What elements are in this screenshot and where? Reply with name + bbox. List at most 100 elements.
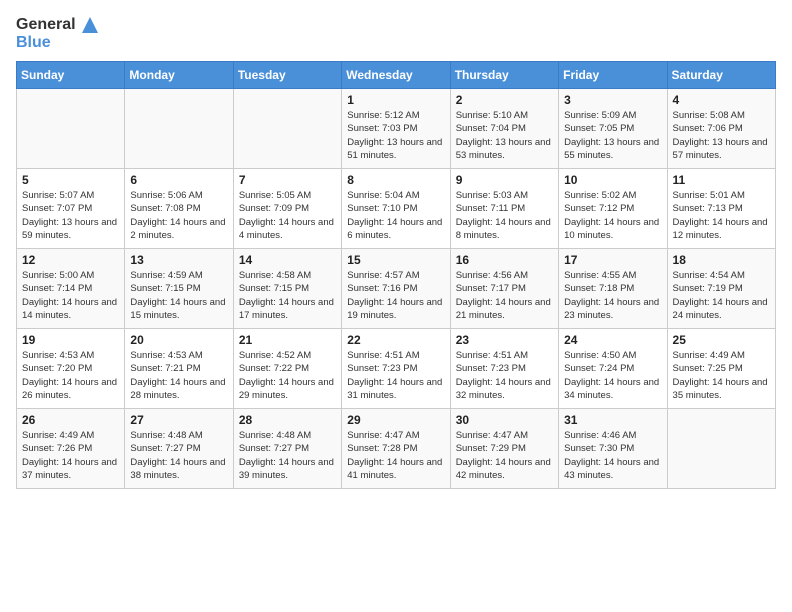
day-info: Sunrise: 5:05 AM Sunset: 7:09 PM Dayligh…: [239, 189, 336, 242]
page-header: General Blue: [16, 16, 776, 51]
col-header-wednesday: Wednesday: [342, 62, 450, 89]
calendar-cell: 27 Sunrise: 4:48 AM Sunset: 7:27 PM Dayli…: [125, 409, 233, 489]
calendar-week-row: 1 Sunrise: 5:12 AM Sunset: 7:03 PM Daylig…: [17, 89, 776, 169]
day-info: Sunrise: 4:51 AM Sunset: 7:23 PM Dayligh…: [347, 349, 444, 402]
calendar-cell: 2Sunrise: 5:10 AM Sunset: 7:04 PM Daylig…: [450, 89, 558, 169]
day-info: Sunrise: 4:55 AM Sunset: 7:18 PM Dayligh…: [564, 269, 661, 322]
day-info: Sunrise: 5:08 AM Sunset: 7:06 PM Dayligh…: [673, 109, 770, 162]
calendar-cell: 31 Sunrise: 4:46 AM Sunset: 7:30 PM Dayli…: [559, 409, 667, 489]
calendar-week-row: 5 Sunrise: 5:07 AM Sunset: 7:07 PM Daylig…: [17, 169, 776, 249]
day-number: 3: [564, 93, 661, 107]
day-number: 26: [22, 413, 119, 427]
calendar-cell: 20 Sunrise: 4:53 AM Sunset: 7:21 PM Dayli…: [125, 329, 233, 409]
day-number: 12: [22, 253, 119, 267]
day-info: Sunrise: 4:58 AM Sunset: 7:15 PM Dayligh…: [239, 269, 336, 322]
day-number: 7: [239, 173, 336, 187]
day-info: Sunrise: 5:07 AM Sunset: 7:07 PM Dayligh…: [22, 189, 119, 242]
calendar-cell: 12Sunrise: 5:00 AM Sunset: 7:14 PM Dayli…: [17, 249, 125, 329]
calendar-cell: 6 Sunrise: 5:06 AM Sunset: 7:08 PM Daylig…: [125, 169, 233, 249]
calendar-cell: 4 Sunrise: 5:08 AM Sunset: 7:06 PM Daylig…: [667, 89, 775, 169]
calendar-cell: 7 Sunrise: 5:05 AM Sunset: 7:09 PM Daylig…: [233, 169, 341, 249]
day-info: Sunrise: 4:53 AM Sunset: 7:20 PM Dayligh…: [22, 349, 119, 402]
calendar-cell: [667, 409, 775, 489]
col-header-monday: Monday: [125, 62, 233, 89]
calendar-cell: 21Sunrise: 4:52 AM Sunset: 7:22 PM Dayli…: [233, 329, 341, 409]
calendar-cell: 1 Sunrise: 5:12 AM Sunset: 7:03 PM Daylig…: [342, 89, 450, 169]
calendar-cell: 28 Sunrise: 4:48 AM Sunset: 7:27 PM Dayli…: [233, 409, 341, 489]
logo-general: General: [16, 16, 76, 33]
day-number: 6: [130, 173, 227, 187]
day-info: Sunrise: 5:01 AM Sunset: 7:13 PM Dayligh…: [673, 189, 770, 242]
day-number: 27: [130, 413, 227, 427]
day-number: 9: [456, 173, 553, 187]
calendar-cell: 9 Sunrise: 5:03 AM Sunset: 7:11 PM Daylig…: [450, 169, 558, 249]
calendar-cell: 3 Sunrise: 5:09 AM Sunset: 7:05 PM Daylig…: [559, 89, 667, 169]
calendar-cell: 15Sunrise: 4:57 AM Sunset: 7:16 PM Dayli…: [342, 249, 450, 329]
calendar-header-row: SundayMondayTuesdayWednesdayThursdayFrid…: [17, 62, 776, 89]
day-info: Sunrise: 4:48 AM Sunset: 7:27 PM Dayligh…: [239, 429, 336, 482]
col-header-sunday: Sunday: [17, 62, 125, 89]
day-info: Sunrise: 4:48 AM Sunset: 7:27 PM Dayligh…: [130, 429, 227, 482]
day-info: Sunrise: 4:46 AM Sunset: 7:30 PM Dayligh…: [564, 429, 661, 482]
day-info: Sunrise: 4:49 AM Sunset: 7:26 PM Dayligh…: [22, 429, 119, 482]
day-number: 30: [456, 413, 553, 427]
logo: General Blue: [16, 16, 98, 51]
day-number: 18: [673, 253, 770, 267]
calendar-cell: 26 Sunrise: 4:49 AM Sunset: 7:26 PM Dayli…: [17, 409, 125, 489]
day-number: 20: [130, 333, 227, 347]
day-info: Sunrise: 4:56 AM Sunset: 7:17 PM Dayligh…: [456, 269, 553, 322]
day-number: 17: [564, 253, 661, 267]
day-info: Sunrise: 5:03 AM Sunset: 7:11 PM Dayligh…: [456, 189, 553, 242]
day-info: Sunrise: 4:57 AM Sunset: 7:16 PM Dayligh…: [347, 269, 444, 322]
day-number: 25: [673, 333, 770, 347]
day-info: Sunrise: 5:02 AM Sunset: 7:12 PM Dayligh…: [564, 189, 661, 242]
day-number: 11: [673, 173, 770, 187]
day-info: Sunrise: 5:04 AM Sunset: 7:10 PM Dayligh…: [347, 189, 444, 242]
calendar-cell: 24 Sunrise: 4:50 AM Sunset: 7:24 PM Dayli…: [559, 329, 667, 409]
col-header-tuesday: Tuesday: [233, 62, 341, 89]
day-info: Sunrise: 5:10 AM Sunset: 7:04 PM Dayligh…: [456, 109, 553, 162]
calendar-cell: 14 Sunrise: 4:58 AM Sunset: 7:15 PM Dayli…: [233, 249, 341, 329]
day-number: 16: [456, 253, 553, 267]
day-info: Sunrise: 4:51 AM Sunset: 7:23 PM Dayligh…: [456, 349, 553, 402]
col-header-thursday: Thursday: [450, 62, 558, 89]
day-number: 21: [239, 333, 336, 347]
col-header-friday: Friday: [559, 62, 667, 89]
day-number: 24: [564, 333, 661, 347]
logo-icon: [82, 17, 98, 33]
day-number: 10: [564, 173, 661, 187]
day-info: Sunrise: 5:12 AM Sunset: 7:03 PM Dayligh…: [347, 109, 444, 162]
day-number: 23: [456, 333, 553, 347]
day-number: 14: [239, 253, 336, 267]
day-info: Sunrise: 4:59 AM Sunset: 7:15 PM Dayligh…: [130, 269, 227, 322]
day-number: 19: [22, 333, 119, 347]
calendar-cell: 10 Sunrise: 5:02 AM Sunset: 7:12 PM Dayli…: [559, 169, 667, 249]
day-info: Sunrise: 4:47 AM Sunset: 7:29 PM Dayligh…: [456, 429, 553, 482]
calendar-cell: 17 Sunrise: 4:55 AM Sunset: 7:18 PM Dayli…: [559, 249, 667, 329]
calendar-cell: 8 Sunrise: 5:04 AM Sunset: 7:10 PM Daylig…: [342, 169, 450, 249]
calendar-cell: 30 Sunrise: 4:47 AM Sunset: 7:29 PM Dayli…: [450, 409, 558, 489]
day-number: 29: [347, 413, 444, 427]
calendar-week-row: 19 Sunrise: 4:53 AM Sunset: 7:20 PM Dayli…: [17, 329, 776, 409]
calendar-cell: 29Sunrise: 4:47 AM Sunset: 7:28 PM Dayli…: [342, 409, 450, 489]
day-number: 5: [22, 173, 119, 187]
day-info: Sunrise: 4:49 AM Sunset: 7:25 PM Dayligh…: [673, 349, 770, 402]
calendar-week-row: 12Sunrise: 5:00 AM Sunset: 7:14 PM Dayli…: [17, 249, 776, 329]
calendar-cell: [17, 89, 125, 169]
day-info: Sunrise: 4:53 AM Sunset: 7:21 PM Dayligh…: [130, 349, 227, 402]
calendar-cell: 25 Sunrise: 4:49 AM Sunset: 7:25 PM Dayli…: [667, 329, 775, 409]
day-number: 8: [347, 173, 444, 187]
calendar-cell: 16 Sunrise: 4:56 AM Sunset: 7:17 PM Dayli…: [450, 249, 558, 329]
day-number: 31: [564, 413, 661, 427]
day-number: 28: [239, 413, 336, 427]
day-info: Sunrise: 5:06 AM Sunset: 7:08 PM Dayligh…: [130, 189, 227, 242]
day-info: Sunrise: 4:54 AM Sunset: 7:19 PM Dayligh…: [673, 269, 770, 322]
calendar-cell: 19 Sunrise: 4:53 AM Sunset: 7:20 PM Dayli…: [17, 329, 125, 409]
day-number: 4: [673, 93, 770, 107]
day-number: 1: [347, 93, 444, 107]
calendar-cell: [125, 89, 233, 169]
calendar-cell: 18 Sunrise: 4:54 AM Sunset: 7:19 PM Dayli…: [667, 249, 775, 329]
day-info: Sunrise: 4:50 AM Sunset: 7:24 PM Dayligh…: [564, 349, 661, 402]
day-info: Sunrise: 5:09 AM Sunset: 7:05 PM Dayligh…: [564, 109, 661, 162]
day-number: 13: [130, 253, 227, 267]
